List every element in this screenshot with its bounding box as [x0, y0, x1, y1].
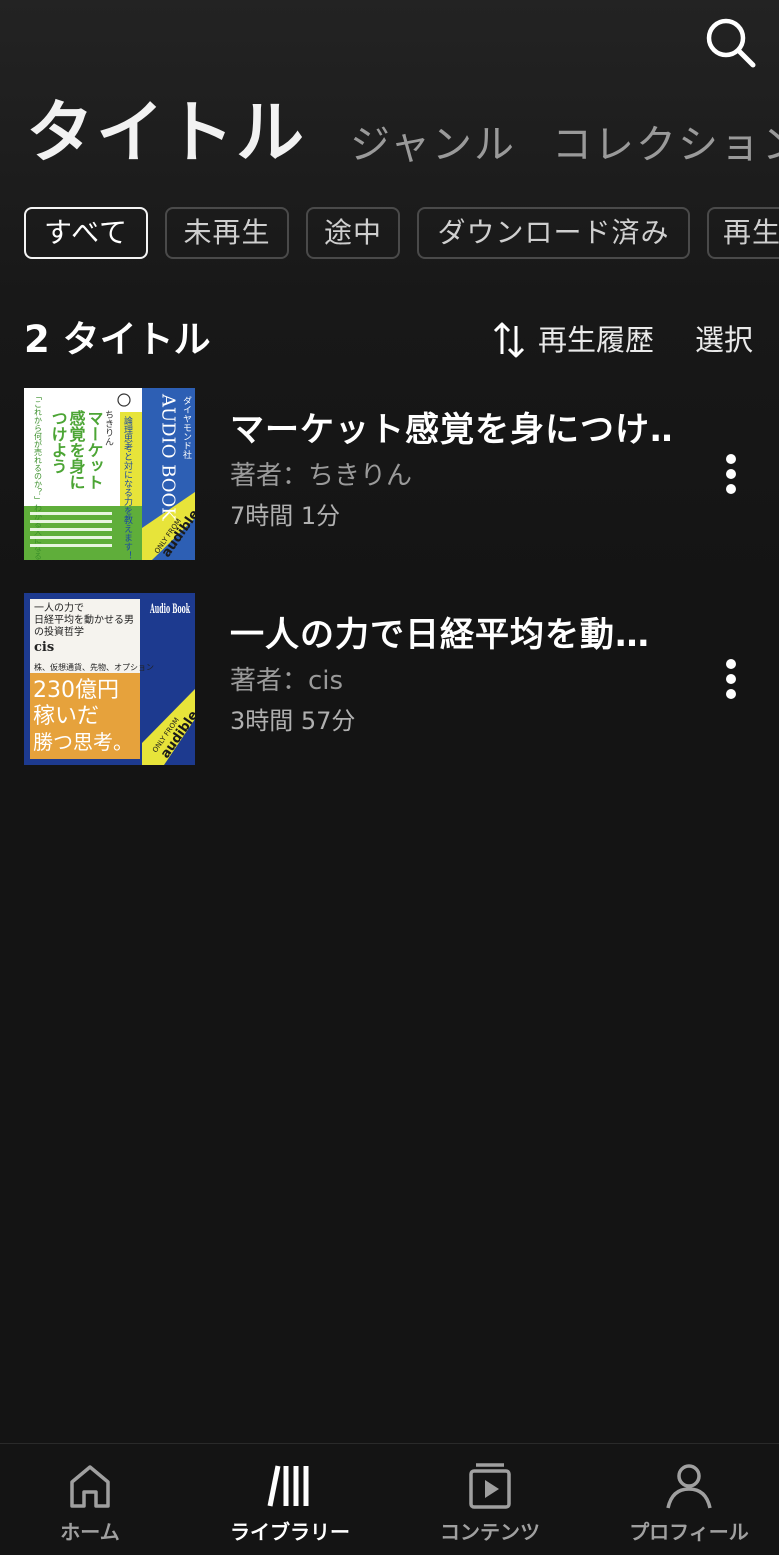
cover-big-line: 230億円	[33, 678, 119, 703]
sort-arrows-icon	[493, 322, 525, 358]
cover-author: ちきりん	[103, 410, 114, 446]
nav-content-label: コンテンツ	[440, 1520, 540, 1544]
nav-library[interactable]: ライブラリー	[200, 1460, 380, 1552]
more-options-button[interactable]	[714, 446, 748, 502]
filter-chip-in-progress[interactable]: 途中	[306, 207, 400, 259]
profile-icon	[666, 1464, 712, 1509]
book-author: 著者：cis	[230, 666, 344, 696]
library-screen: タイトル ジャンル コレクション すべて 未再生 途中 ダウンロード済み 再生 …	[0, 0, 779, 1555]
filter-chip-played[interactable]: 再生	[707, 207, 779, 259]
book-cover: ダイヤモンド社 AUDIO BOOK 論理思考と対になる力を教えます！ ちきりん…	[24, 388, 195, 560]
sort-button[interactable]: 再生履歴	[492, 312, 654, 368]
home-icon	[70, 1465, 110, 1508]
book-info: 一人の力で日経平均を動… 著者：cis 3時間 57分	[230, 609, 670, 741]
tab-genres[interactable]: ジャンル	[350, 120, 516, 170]
book-title: マーケット感覚を身につけ…	[230, 410, 670, 450]
nav-library-label: ライブラリー	[230, 1520, 350, 1544]
nav-home-label: ホーム	[60, 1520, 120, 1544]
library-icon	[267, 1465, 309, 1507]
cover-title-line: つけよう	[49, 410, 68, 474]
list-header: 2 タイトル 再生履歴 選択	[24, 312, 753, 368]
cover-author: cis	[34, 640, 54, 655]
play-content-icon	[469, 1463, 511, 1509]
book-author: 著者：ちきりん	[230, 461, 413, 491]
book-row[interactable]: 一人の力で 日経平均を動かせる男 の投資哲学 cis 株、仮想通貨、先物、オプシ…	[24, 593, 779, 765]
select-button[interactable]: 選択	[695, 312, 753, 368]
book-title: 一人の力で日経平均を動…	[230, 615, 650, 655]
cover-line: 一人の力で	[34, 601, 84, 614]
cover-title-line: 感覚を身に	[67, 409, 86, 490]
bottom-nav: ホーム ライブラリー コンテンツ プロフィール	[0, 1443, 779, 1555]
nav-profile-label: プロフィール	[629, 1520, 749, 1544]
search-icon	[706, 18, 756, 68]
nav-content[interactable]: コンテンツ	[400, 1460, 580, 1552]
more-vertical-icon	[726, 659, 736, 669]
sort-label: 再生履歴	[538, 323, 655, 357]
filter-chip-unplayed[interactable]: 未再生	[165, 207, 289, 259]
cover-line: の投資哲学	[34, 625, 84, 638]
book-cover: 一人の力で 日経平均を動かせる男 の投資哲学 cis 株、仮想通貨、先物、オプシ…	[24, 593, 195, 765]
book-row[interactable]: ダイヤモンド社 AUDIO BOOK 論理思考と対になる力を教えます！ ちきりん…	[24, 388, 779, 560]
nav-home[interactable]: ホーム	[0, 1460, 180, 1552]
more-options-button[interactable]	[714, 651, 748, 707]
nav-profile[interactable]: プロフィール	[599, 1460, 779, 1552]
book-duration: 7時間 1分	[230, 502, 341, 530]
book-duration: 3時間 57分	[230, 707, 356, 735]
tab-titles[interactable]: タイトル	[26, 92, 306, 176]
cover-publisher: ダイヤモンド社	[181, 395, 192, 460]
tab-collections[interactable]: コレクション	[552, 120, 779, 170]
filter-chip-downloaded[interactable]: ダウンロード済み	[417, 207, 690, 259]
cover-big-line: 稼いだ	[33, 704, 99, 729]
cover-title-line: マーケット	[85, 410, 104, 490]
cover-line: 日経平均を動かせる男	[34, 613, 134, 626]
cover-big-line: 勝つ思考。	[33, 730, 133, 754]
cover-tagline: 「これから何が売れるのか？」わかる人になる5つの方法	[34, 392, 43, 560]
title-count: 2 タイトル	[24, 318, 211, 361]
search-button[interactable]	[702, 14, 762, 70]
cover-subtitle: 株、仮想通貨、先物、オプション	[34, 662, 154, 672]
filter-chip-all[interactable]: すべて	[24, 207, 148, 259]
cover-audio-text: Audio Book	[150, 602, 191, 617]
book-info: マーケット感覚を身につけ… 著者：ちきりん 7時間 1分	[230, 404, 670, 536]
more-vertical-icon	[726, 454, 736, 464]
cover-audio-text: AUDIO BOOK	[158, 393, 179, 521]
cover-side-text: 論理思考と対になる力を教えます！	[122, 415, 133, 560]
